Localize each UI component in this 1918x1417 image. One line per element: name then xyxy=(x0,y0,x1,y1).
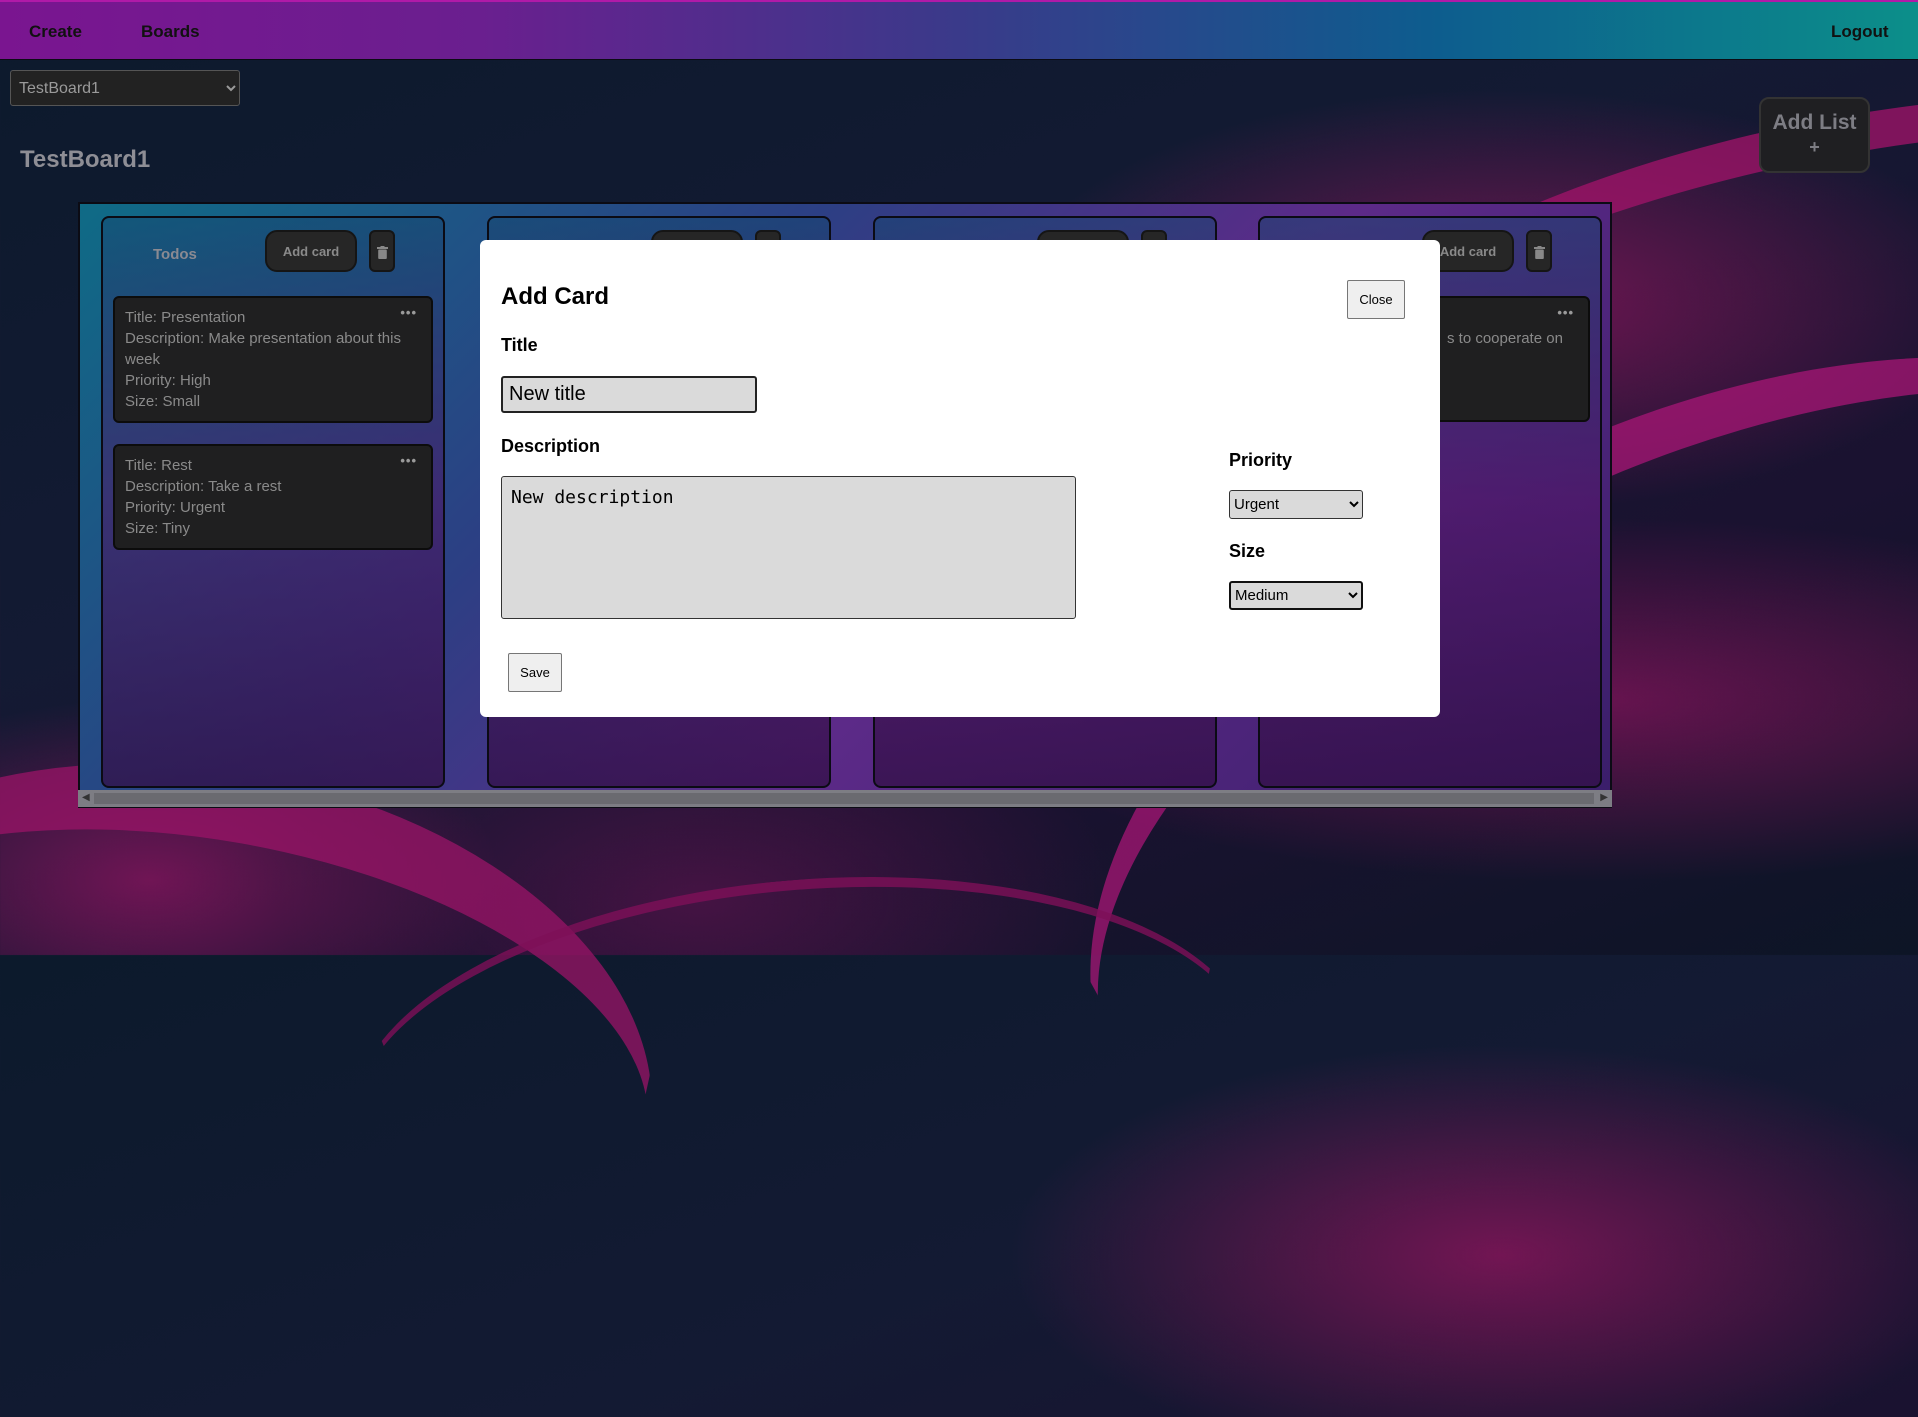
priority-select[interactable]: Urgent xyxy=(1229,490,1363,519)
modal-heading: Add Card xyxy=(501,283,609,310)
scroll-right-arrow-icon[interactable]: ▶ xyxy=(1600,792,1608,803)
description-label: Description xyxy=(501,436,601,456)
trash-icon xyxy=(376,245,388,259)
scroll-left-arrow-icon[interactable]: ◀ xyxy=(82,792,90,803)
size-select[interactable]: Medium xyxy=(1229,581,1363,610)
nav-logout-link[interactable]: Logout xyxy=(1831,22,1889,42)
card-description: Description: Take a rest xyxy=(125,478,282,495)
close-button[interactable]: Close xyxy=(1347,280,1405,319)
card-priority: Priority: Urgent xyxy=(125,499,226,516)
list-card[interactable]: ••• Title: Rest Description: Take a rest… xyxy=(113,444,433,550)
card-priority: Priority: High xyxy=(125,372,211,389)
title-input[interactable] xyxy=(501,376,757,413)
delete-list-button[interactable] xyxy=(369,230,395,272)
board-select[interactable]: TestBoard1 xyxy=(10,70,240,106)
horizontal-scrollbar[interactable]: ◀ ▶ xyxy=(78,790,1612,807)
delete-list-button[interactable] xyxy=(1526,230,1552,272)
card-size: Size: Tiny xyxy=(125,520,191,537)
list-title: Todos xyxy=(153,246,197,263)
title-label: Title xyxy=(501,335,538,355)
description-textarea[interactable]: New description xyxy=(501,476,1076,619)
scrollbar-thumb[interactable] xyxy=(94,793,1594,804)
trash-icon xyxy=(1533,245,1545,259)
list-card[interactable]: ••• Title: Presentation Description: Mak… xyxy=(113,296,433,423)
background-wave xyxy=(333,841,1273,1332)
card-menu-icon[interactable]: ••• xyxy=(1557,302,1574,323)
priority-label: Priority xyxy=(1229,450,1293,470)
size-label: Size xyxy=(1229,541,1266,561)
card-menu-icon[interactable]: ••• xyxy=(400,302,417,323)
card-title: Title: Rest xyxy=(125,457,192,474)
card-description: s to cooperate on xyxy=(1447,330,1563,347)
add-card-modal: Add Card Close Title Description New des… xyxy=(480,240,1440,717)
list-column: Todos Add card ••• Title: Presentation D… xyxy=(101,216,445,788)
card-description: Description: Make presentation about thi… xyxy=(125,330,401,368)
add-list-label: Add List xyxy=(1772,111,1857,134)
card-menu-icon[interactable]: ••• xyxy=(400,450,417,471)
card-size: Size: Small xyxy=(125,393,201,410)
card-title: Title: Presentation xyxy=(125,309,246,326)
nav-boards-link[interactable]: Boards xyxy=(141,22,200,42)
save-button[interactable]: Save xyxy=(508,653,562,692)
plus-icon: + xyxy=(1809,137,1820,157)
top-navbar: Create Boards Logout xyxy=(0,0,1918,60)
nav-create-link[interactable]: Create xyxy=(29,22,82,42)
add-card-button[interactable]: Add card xyxy=(265,230,357,272)
board-title: TestBoard1 xyxy=(20,146,151,173)
add-list-button[interactable]: Add List + xyxy=(1759,97,1870,173)
